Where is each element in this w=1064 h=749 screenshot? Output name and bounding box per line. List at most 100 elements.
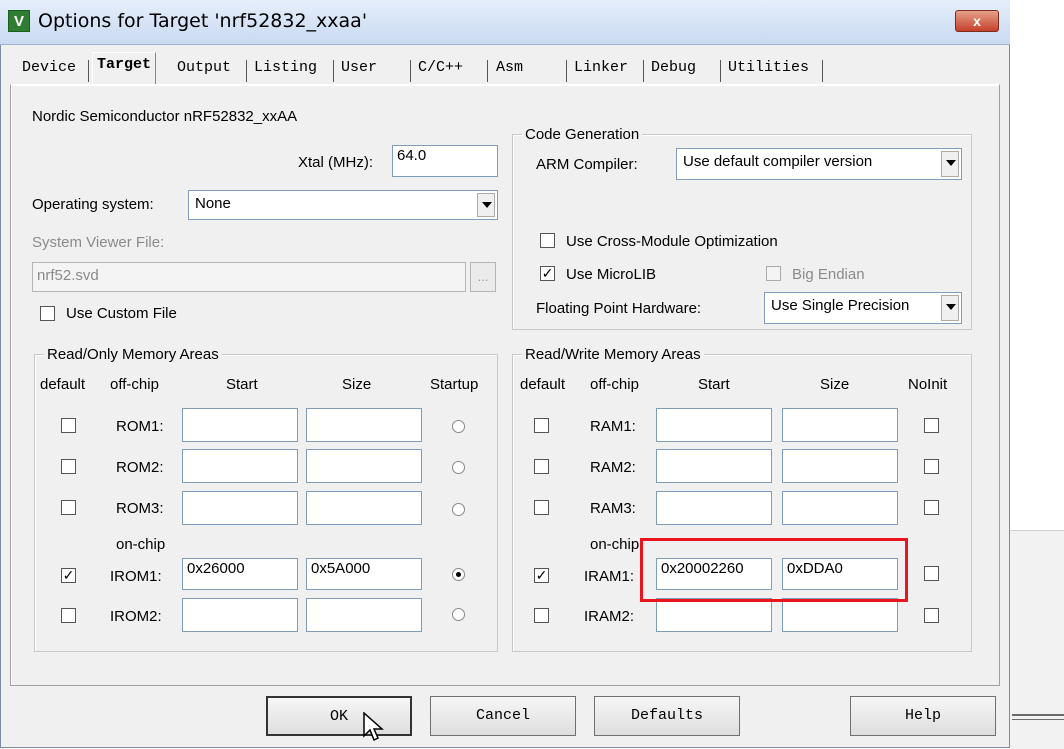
rom3-start-input[interactable] <box>182 491 298 525</box>
tab-linker[interactable]: Linker <box>574 56 628 82</box>
os-select-value: None <box>195 195 231 212</box>
ro-header-size: Size <box>342 376 372 393</box>
ram1-noinit-checkbox[interactable] <box>924 418 939 433</box>
background-window <box>1010 530 1064 749</box>
cross-module-checkbox[interactable] <box>540 233 555 248</box>
rom1-startup-radio[interactable] <box>452 420 465 433</box>
use-custom-file-label: Use Custom File <box>66 305 177 322</box>
irom2-startup-radio[interactable] <box>452 608 465 621</box>
close-button[interactable]: x <box>955 10 999 32</box>
irom1-start-input[interactable]: 0x26000 <box>182 558 298 590</box>
ram1-label: RAM1: <box>590 418 636 435</box>
iram2-size-input[interactable] <box>782 598 898 632</box>
chevron-down-icon[interactable] <box>477 193 495 217</box>
arm-compiler-select[interactable]: Use default compiler version <box>676 148 962 180</box>
background-divider <box>1012 714 1064 716</box>
iram2-start-input[interactable] <box>656 598 772 632</box>
chevron-down-icon[interactable] <box>941 295 959 321</box>
iram2-noinit-checkbox[interactable] <box>924 608 939 623</box>
ram2-size-input[interactable] <box>782 449 898 483</box>
irom1-default-checkbox[interactable]: ✓ <box>61 568 76 583</box>
iram2-default-checkbox[interactable] <box>534 608 549 623</box>
tab-device[interactable]: Device <box>22 56 76 82</box>
mouse-cursor-icon <box>363 712 384 742</box>
big-endian-label: Big Endian <box>792 266 865 283</box>
svd-browse-button[interactable]: ... <box>470 262 496 292</box>
ro-header-startup: Startup <box>430 376 479 393</box>
chevron-down-icon[interactable] <box>941 151 959 177</box>
tab-separator <box>410 60 411 82</box>
svd-label: System Viewer File: <box>32 234 165 251</box>
irom1-label: IROM1: <box>110 568 162 585</box>
os-select[interactable]: None <box>188 190 498 220</box>
highlight-box <box>640 538 908 602</box>
ok-button[interactable]: OK <box>266 696 412 736</box>
irom2-default-checkbox[interactable] <box>61 608 76 623</box>
tab-separator <box>246 60 247 82</box>
tab-separator <box>720 60 721 82</box>
rom1-size-input[interactable] <box>306 408 422 442</box>
tab-separator <box>487 60 488 82</box>
code-generation-title: Code Generation <box>522 126 643 143</box>
rom2-startup-radio[interactable] <box>452 461 465 474</box>
tab-separator <box>88 60 89 82</box>
rom3-startup-radio[interactable] <box>452 503 465 516</box>
ram2-start-input[interactable] <box>656 449 772 483</box>
ram3-size-input[interactable] <box>782 491 898 525</box>
tab-c-cpp[interactable]: C/C++ <box>418 56 463 82</box>
use-custom-file-checkbox[interactable] <box>40 306 55 321</box>
help-button[interactable]: Help <box>850 696 996 736</box>
cancel-button[interactable]: Cancel <box>430 696 576 736</box>
ram3-default-checkbox[interactable] <box>534 500 549 515</box>
tab-debug[interactable]: Debug <box>651 56 696 82</box>
rom2-size-input[interactable] <box>306 449 422 483</box>
irom2-size-input[interactable] <box>306 598 422 632</box>
irom1-size-input[interactable]: 0x5A000 <box>306 558 422 590</box>
ram1-size-input[interactable] <box>782 408 898 442</box>
defaults-button[interactable]: Defaults <box>594 696 740 736</box>
big-endian-checkbox[interactable] <box>766 266 781 281</box>
rom2-default-checkbox[interactable] <box>61 459 76 474</box>
fph-select[interactable]: Use Single Precision <box>764 292 962 324</box>
ro-onchip-label: on-chip <box>116 536 166 553</box>
ram2-label: RAM2: <box>590 459 636 476</box>
irom2-start-input[interactable] <box>182 598 298 632</box>
ram3-label: RAM3: <box>590 500 636 517</box>
tab-asm[interactable]: Asm <box>496 56 523 82</box>
ram3-start-input[interactable] <box>656 491 772 525</box>
fph-value: Use Single Precision <box>771 297 910 314</box>
ram2-noinit-checkbox[interactable] <box>924 459 939 474</box>
svd-input[interactable]: nrf52.svd <box>32 262 466 292</box>
rw-memory-title: Read/Write Memory Areas <box>522 346 704 363</box>
cross-module-label: Use Cross-Module Optimization <box>566 233 778 250</box>
tab-user[interactable]: User <box>341 56 377 82</box>
rom2-start-input[interactable] <box>182 449 298 483</box>
tab-output[interactable]: Output <box>177 56 231 82</box>
rw-header-default: default <box>520 376 566 393</box>
ro-header-default: default <box>40 376 86 393</box>
iram1-noinit-checkbox[interactable] <box>924 566 939 581</box>
os-label: Operating system: <box>32 196 154 213</box>
rom3-size-input[interactable] <box>306 491 422 525</box>
rom1-start-input[interactable] <box>182 408 298 442</box>
microlib-checkbox[interactable]: ✓ <box>540 266 555 281</box>
rom3-default-checkbox[interactable] <box>61 500 76 515</box>
rw-header-offchip: off-chip <box>590 376 639 393</box>
rom2-label: ROM2: <box>116 459 164 476</box>
ram1-start-input[interactable] <box>656 408 772 442</box>
ram2-default-checkbox[interactable] <box>534 459 549 474</box>
ram3-noinit-checkbox[interactable] <box>924 500 939 515</box>
xtal-input[interactable]: 64.0 <box>392 145 498 177</box>
fph-label: Floating Point Hardware: <box>536 300 702 317</box>
ro-header-start: Start <box>226 376 258 393</box>
tab-target[interactable]: Target <box>92 52 157 85</box>
tab-separator <box>822 60 823 82</box>
iram1-default-checkbox[interactable]: ✓ <box>534 568 549 583</box>
rom1-default-checkbox[interactable] <box>61 418 76 433</box>
ram1-default-checkbox[interactable] <box>534 418 549 433</box>
tab-listing[interactable]: Listing <box>254 56 317 82</box>
irom1-startup-radio[interactable] <box>452 568 465 581</box>
tab-utilities[interactable]: Utilities <box>728 56 809 82</box>
rw-header-start: Start <box>698 376 730 393</box>
arm-compiler-value: Use default compiler version <box>683 153 873 170</box>
